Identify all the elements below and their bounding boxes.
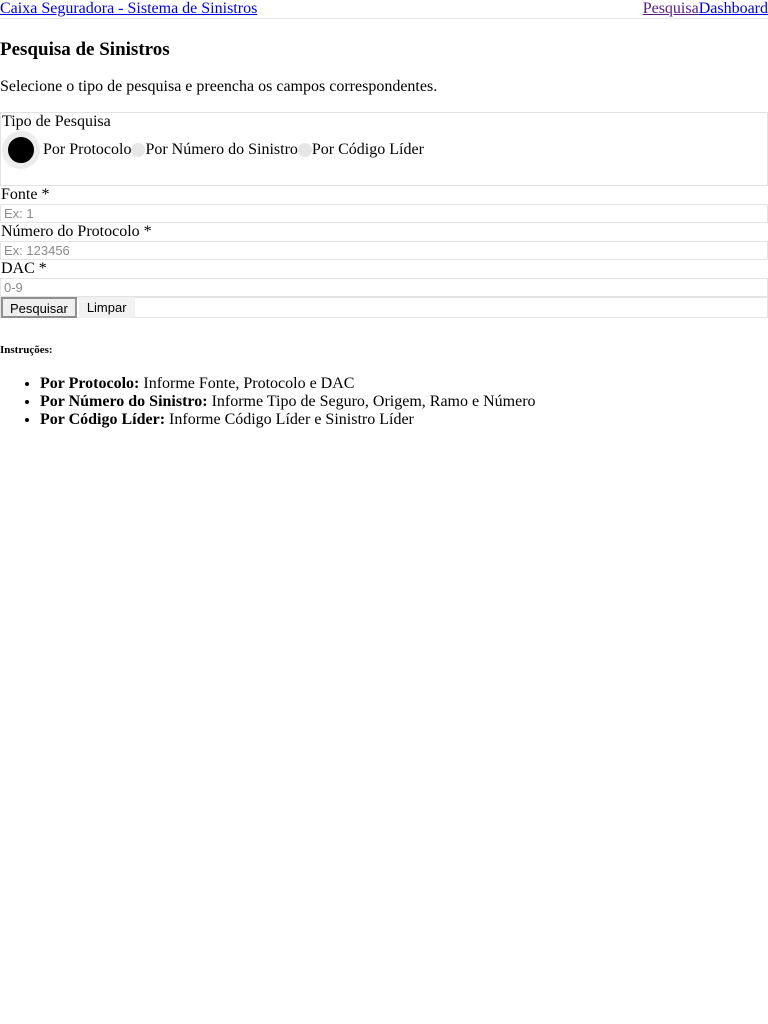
radio-por-codigo-lider[interactable] [297,143,312,157]
nav-link-pesquisa[interactable]: Pesquisa [643,0,699,17]
radio-label-por-codigo-lider[interactable]: Por Código Líder [312,141,424,159]
search-type-legend: Tipo de Pesquisa [2,113,111,130]
search-form: Tipo de Pesquisa Por Protocolo Por Númer… [0,112,768,318]
brand-link[interactable]: Caixa Seguradora - Sistema de Sinistros [0,0,257,18]
radio-por-protocolo[interactable] [2,131,40,169]
form-actions: Pesquisar Limpar [0,297,768,318]
dac-input[interactable] [0,278,768,297]
instruction-item: Por Número do Sinistro: Informe Tipo de … [40,393,768,411]
instruction-text: Informe Fonte, Protocolo e DAC [139,375,355,392]
instruction-text: Informe Tipo de Seguro, Origem, Ramo e N… [207,393,536,410]
page-description: Selecione o tipo de pesquisa e preencha … [0,78,438,95]
main-nav: PesquisaDashboard [643,0,768,18]
radio-label-por-numero-sinistro[interactable]: Por Número do Sinistro [145,141,297,159]
top-navigation-bar: Caixa Seguradora - Sistema de Sinistros … [0,0,768,19]
search-type-fieldset: Tipo de Pesquisa Por Protocolo Por Númer… [0,112,768,186]
fonte-input[interactable] [0,204,768,223]
instructions-title: Instruções: [0,344,53,356]
search-button[interactable]: Pesquisar [1,297,77,318]
instruction-term: Por Código Líder: [40,411,166,428]
nav-link-dashboard[interactable]: Dashboard [699,0,768,17]
page-title: Pesquisa de Sinistros [0,39,170,60]
instruction-text: Informe Código Líder e Sinistro Líder [165,411,414,428]
radio-por-numero-sinistro[interactable] [131,143,146,157]
protocolo-label: Número do Protocolo * [1,223,152,240]
instruction-term: Por Número do Sinistro: [40,393,208,410]
protocolo-input[interactable] [0,241,768,260]
instructions-list: Por Protocolo: Informe Fonte, Protocolo … [0,375,768,429]
instruction-item: Por Protocolo: Informe Fonte, Protocolo … [40,375,768,393]
dac-label: DAC * [1,260,47,277]
fonte-label: Fonte * [1,186,50,203]
instruction-item: Por Código Líder: Informe Código Líder e… [40,411,768,429]
clear-button[interactable]: Limpar [78,297,135,318]
instruction-term: Por Protocolo: [40,375,140,392]
search-type-radio-group: Por Protocolo Por Número do Sinistro Por… [1,131,767,169]
radio-label-por-protocolo[interactable]: Por Protocolo [43,141,131,159]
